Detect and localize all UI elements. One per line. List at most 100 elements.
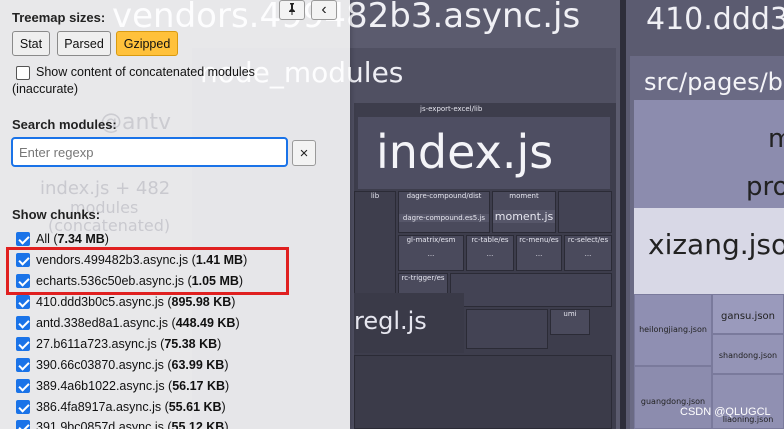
dagre-file-label: dagre-compound.es5.js bbox=[399, 214, 489, 222]
concat-label: Show content of concatenated modules bbox=[36, 65, 255, 79]
chunk-name: 389.4a6b1022.async.js bbox=[36, 379, 165, 393]
chunk-name: 391.9bc0857d.async.js bbox=[36, 420, 164, 429]
regl-cell[interactable]: regl.js bbox=[354, 293, 464, 353]
pro-label: pro bbox=[746, 172, 784, 202]
index-js-label: index.js bbox=[376, 125, 554, 179]
heilongjiang-label: heilongjiang.json bbox=[639, 325, 707, 334]
chunk-size: 75.38 KB bbox=[164, 337, 218, 351]
dense-modules-area[interactable]: js-export-excel/lib index.js lib dagre-c… bbox=[354, 103, 616, 429]
xizang-block[interactable]: xizang.jso bbox=[634, 208, 784, 294]
chunk-name: All bbox=[36, 232, 50, 246]
chunk-row-389[interactable]: 389.4a6b1022.async.js (56.17 KB) bbox=[16, 377, 229, 395]
chunk-checkbox[interactable] bbox=[16, 295, 30, 309]
show-chunks-title: Show chunks: bbox=[12, 207, 101, 222]
js-export-lib-label: js-export-excel/lib bbox=[420, 105, 483, 113]
rc-select-label: rc-select/es bbox=[567, 236, 609, 244]
rc-menu-label: rc-menu/es bbox=[519, 236, 559, 244]
chunk-410-title: 410.ddd3b bbox=[646, 2, 784, 37]
m-label: m bbox=[768, 124, 784, 154]
rc-select-ellipsis: ... bbox=[584, 250, 592, 258]
chunk-row-27[interactable]: 27.b611a723.async.js (75.38 KB) bbox=[16, 335, 221, 353]
collapse-button[interactable]: ‹ bbox=[311, 0, 337, 20]
rc-table-ellipsis: ... bbox=[486, 250, 494, 258]
misc-cell-a[interactable] bbox=[558, 191, 612, 233]
chunk-gap bbox=[620, 0, 626, 429]
parsed-button[interactable]: Parsed bbox=[57, 31, 111, 56]
chunk-size: 7.34 MB bbox=[57, 232, 105, 246]
pin-icon bbox=[287, 2, 297, 18]
chunk-row-410[interactable]: 410.ddd3b0c5.async.js (895.98 KB) bbox=[16, 293, 235, 311]
rc-menu-cell[interactable]: rc-menu/es ... bbox=[516, 235, 562, 271]
shandong-label: shandong.json bbox=[718, 351, 778, 360]
rc-menu-ellipsis: ... bbox=[535, 250, 543, 258]
sidebar: @antv index.js + 482 modules (concatenat… bbox=[0, 0, 350, 429]
liaoning-cell[interactable]: liaoning.json bbox=[712, 374, 784, 429]
treemap-sizes-title: Treemap sizes: bbox=[12, 10, 106, 25]
stat-button[interactable]: Stat bbox=[12, 31, 50, 56]
rc-select-cell[interactable]: rc-select/es ... bbox=[564, 235, 612, 271]
src-pages-block[interactable]: src/pages/bi m pro xizang.jso heilongjia… bbox=[630, 56, 784, 429]
shandong-cell[interactable]: shandong.json bbox=[712, 334, 784, 374]
chunk-size: 63.99 KB bbox=[171, 358, 225, 372]
chunk-name: 390.66c03870.async.js bbox=[36, 358, 164, 372]
heilongjiang-cell[interactable]: heilongjiang.json bbox=[634, 294, 712, 366]
umi-label: umi bbox=[563, 310, 577, 318]
regl-label: regl.js bbox=[354, 307, 427, 335]
close-icon: × bbox=[299, 144, 309, 162]
chunk-row-386[interactable]: 386.4fa8917a.async.js (55.61 KB) bbox=[16, 398, 226, 416]
chunk-checkbox[interactable] bbox=[16, 420, 30, 429]
lib-cell-label: lib bbox=[370, 192, 380, 200]
rc-table-cell[interactable]: rc-table/es ... bbox=[466, 235, 514, 271]
rc-table-label: rc-table/es bbox=[471, 236, 509, 244]
gansu-label: gansu.json bbox=[721, 311, 775, 322]
index-js-block[interactable]: index.js bbox=[358, 117, 610, 189]
concat-checkbox[interactable] bbox=[16, 66, 30, 80]
chunk-name: antd.338ed8a1.async.js bbox=[36, 316, 169, 330]
chunk-size: 55.12 KB bbox=[171, 420, 225, 429]
chunk-size: 895.98 KB bbox=[171, 295, 232, 309]
search-input[interactable]: Enter regexp bbox=[11, 137, 288, 167]
src-pages-label: src/pages/bi bbox=[644, 68, 784, 96]
guangdong-cell[interactable]: guangdong.json bbox=[634, 366, 712, 429]
moment-dir-label: moment bbox=[509, 192, 539, 200]
dagre-dist-label: dagre-compound/dist bbox=[406, 192, 482, 200]
gansu-cell[interactable]: gansu.json bbox=[712, 294, 784, 334]
search-modules-title: Search modules: bbox=[12, 117, 117, 132]
xizang-label: xizang.jso bbox=[648, 228, 784, 261]
guangdong-label: guangdong.json bbox=[640, 397, 706, 406]
chunk-name: 410.ddd3b0c5.async.js bbox=[36, 295, 164, 309]
chevron-left-icon: ‹ bbox=[321, 1, 327, 18]
moment-file-label: moment.js bbox=[493, 210, 555, 223]
umi-cell[interactable]: umi bbox=[550, 309, 590, 335]
chunk-410[interactable]: 410.ddd3b src/pages/bi m pro xizang.jso … bbox=[626, 0, 784, 429]
misc-cell-c[interactable] bbox=[466, 309, 548, 349]
watermark-text: CSDN @QLUGCL bbox=[680, 406, 771, 418]
chunk-row-391[interactable]: 391.9bc0857d.async.js (55.12 KB) bbox=[16, 418, 229, 429]
chunk-checkbox[interactable] bbox=[16, 316, 30, 330]
dagre-cell[interactable]: dagre-compound/dist dagre-compound.es5.j… bbox=[398, 191, 490, 233]
gl-matrix-ellipsis: ... bbox=[427, 250, 435, 258]
concat-label-2: (inaccurate) bbox=[12, 82, 78, 96]
misc-cell-d[interactable] bbox=[354, 355, 612, 429]
chunk-checkbox[interactable] bbox=[16, 400, 30, 414]
pin-button[interactable] bbox=[279, 0, 305, 20]
clear-search-button[interactable]: × bbox=[292, 140, 316, 166]
chunk-size: 56.17 KB bbox=[172, 379, 226, 393]
chunk-checkbox[interactable] bbox=[16, 379, 30, 393]
chunk-name: 386.4fa8917a.async.js bbox=[36, 400, 162, 414]
chunk-row-antd[interactable]: antd.338ed8a1.async.js (448.49 KB) bbox=[16, 314, 240, 332]
search-placeholder: Enter regexp bbox=[19, 145, 94, 160]
gl-matrix-cell[interactable]: gl-matrix/esm ... bbox=[398, 235, 464, 271]
chunk-checkbox[interactable] bbox=[16, 232, 30, 246]
misc-cell-b[interactable] bbox=[450, 273, 612, 307]
chunk-row-all[interactable]: All (7.34 MB) bbox=[16, 230, 109, 248]
rc-trigger-label: rc-trigger/es bbox=[401, 274, 445, 282]
chunk-checkbox[interactable] bbox=[16, 358, 30, 372]
gzipped-button[interactable]: Gzipped bbox=[116, 31, 178, 56]
chunk-row-390[interactable]: 390.66c03870.async.js (63.99 KB) bbox=[16, 356, 229, 374]
chunk-checkbox[interactable] bbox=[16, 337, 30, 351]
moment-cell[interactable]: moment moment.js bbox=[492, 191, 556, 233]
chunk-size: 448.49 KB bbox=[175, 316, 236, 330]
gl-matrix-label: gl-matrix/esm bbox=[406, 236, 456, 244]
inner-light-block[interactable]: m pro xizang.jso heilongjiang.json gansu… bbox=[634, 100, 784, 429]
